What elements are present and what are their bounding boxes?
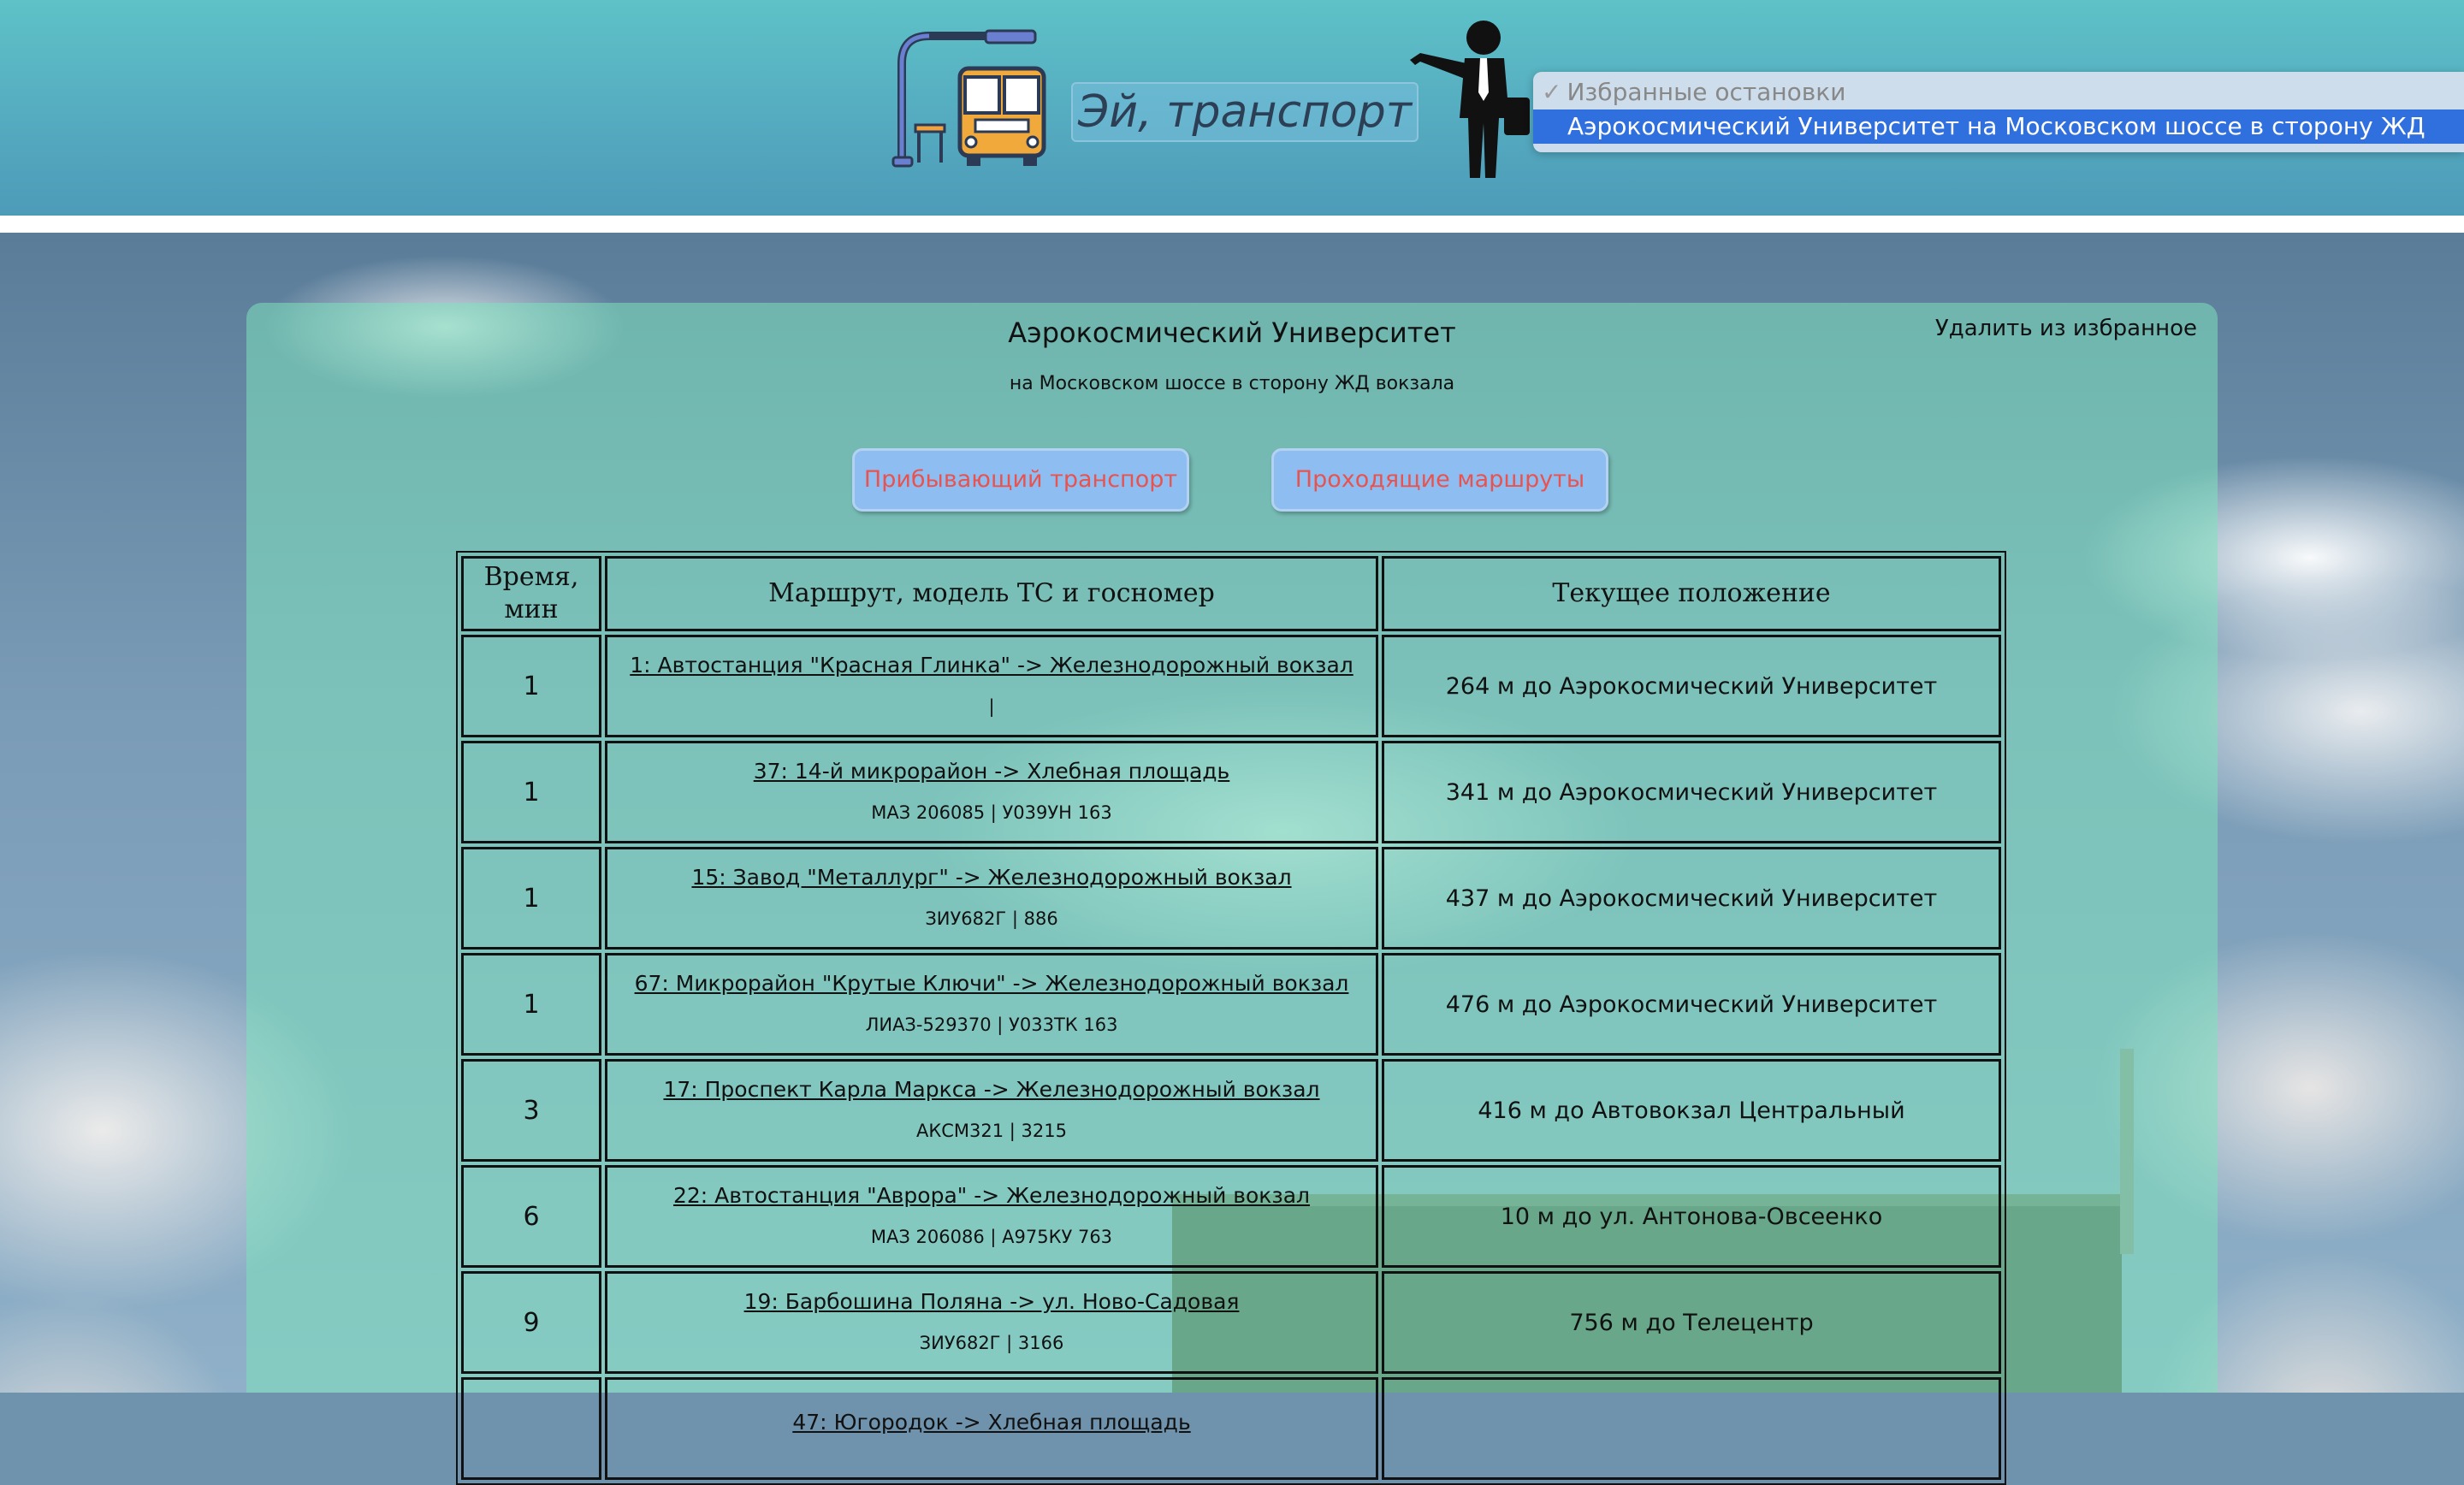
arrival-time: 3 (461, 1059, 601, 1162)
site-title[interactable]: Эй, транспорт (1071, 82, 1419, 142)
route-cell: 22: Автостанция "Аврора" -> Железнодорож… (605, 1165, 1378, 1268)
vehicle-info: МАЗ 206086 | А975КУ 763 (870, 1227, 1113, 1247)
route-cell: 67: Микрорайон "Крутые Ключи" -> Железно… (605, 953, 1378, 1056)
vehicle-info: ЗИУ682Г | 3166 (919, 1333, 1064, 1353)
vehicle-info: АКСМ321 | 3215 (915, 1121, 1067, 1141)
vehicle-info: МАЗ 206085 | У039УН 163 (871, 802, 1112, 823)
favorites-placeholder: ✓ Избранные остановки (1542, 78, 1846, 106)
table-row: 1 37: 14-й микрорайон -> Хлебная площадь… (461, 741, 2001, 843)
route-cell: 19: Барбошина Поляна -> ул. Ново-Садовая… (605, 1271, 1378, 1374)
arrival-time: 1 (461, 953, 601, 1056)
arrival-time: 1 (461, 635, 601, 737)
route-link[interactable]: 17: Проспект Карла Маркса -> Железнодоро… (607, 1075, 1376, 1104)
passing-routes-button[interactable]: Проходящие маршруты (1271, 448, 1608, 512)
current-position: 437 м до Аэрокосмический Университет (1382, 847, 2001, 950)
route-link[interactable]: 67: Микрорайон "Крутые Ключи" -> Железно… (607, 969, 1376, 998)
vehicle-info: ЛИАЗ-529370 | У033ТК 163 (865, 1015, 1118, 1035)
arrival-time: 9 (461, 1271, 601, 1374)
checkmark-icon: ✓ (1542, 78, 1562, 106)
current-position: 476 м до Аэрокосмический Университет (1382, 953, 2001, 1056)
table-row: 47: Югородок -> Хлебная площадь (461, 1377, 2001, 1480)
column-header-time: Время, мин (461, 556, 601, 631)
table-row: 9 19: Барбошина Поляна -> ул. Ново-Садов… (461, 1271, 2001, 1374)
favorites-dropdown[interactable]: ✓ Избранные остановки Аэрокосмический Уни… (1533, 72, 2464, 152)
current-position: 10 м до ул. Антонова-Овсеенко (1382, 1165, 2001, 1268)
current-position: 416 м до Автовокзал Центральный (1382, 1059, 2001, 1162)
route-link[interactable]: 1: Автостанция "Красная Глинка" -> Желез… (607, 651, 1376, 680)
route-link[interactable]: 37: 14-й микрорайон -> Хлебная площадь (607, 757, 1376, 786)
arrival-time (461, 1377, 601, 1480)
bus-stop-icon[interactable] (890, 29, 1052, 169)
vehicle-info: ЗИУ682Г | 886 (925, 908, 1058, 929)
arrival-time: 1 (461, 741, 601, 843)
table-row: 6 22: Автостанция "Аврора" -> Железнодор… (461, 1165, 2001, 1268)
arrivals-table-wrapper: Время, мин Маршрут, модель ТС и госномер… (456, 551, 2006, 1485)
arrival-time: 1 (461, 847, 601, 950)
route-cell: 37: 14-й микрорайон -> Хлебная площадь М… (605, 741, 1378, 843)
stop-panel: Аэрокосмический Университет на Московско… (246, 303, 2218, 1485)
route-link[interactable]: 15: Завод "Металлург" -> Железнодорожный… (607, 863, 1376, 892)
route-link[interactable]: 22: Автостанция "Аврора" -> Железнодорож… (607, 1181, 1376, 1210)
current-position: 756 м до Телецентр (1382, 1271, 2001, 1374)
route-cell: 17: Проспект Карла Маркса -> Железнодоро… (605, 1059, 1378, 1162)
businessman-icon (1410, 21, 1530, 178)
route-cell: 1: Автостанция "Красная Глинка" -> Желез… (605, 635, 1378, 737)
route-link[interactable]: 47: Югородок -> Хлебная площадь (607, 1408, 1376, 1437)
stop-name: Аэрокосмический Университет (1008, 317, 1456, 349)
arrivals-table: Время, мин Маршрут, модель ТС и госномер… (456, 551, 2006, 1485)
route-link[interactable]: 19: Барбошина Поляна -> ул. Ново-Садовая (607, 1287, 1376, 1316)
current-position: 341 м до Аэрокосмический Университет (1382, 741, 2001, 843)
table-header-row: Время, мин Маршрут, модель ТС и госномер… (461, 556, 2001, 631)
current-position (1382, 1377, 2001, 1480)
table-row: 3 17: Проспект Карла Маркса -> Железнодо… (461, 1059, 2001, 1162)
arrival-time: 6 (461, 1165, 601, 1268)
table-row: 1 67: Микрорайон "Крутые Ключи" -> Желез… (461, 953, 2001, 1056)
vehicle-info: | (988, 696, 995, 717)
table-row: 1 1: Автостанция "Красная Глинка" -> Жел… (461, 635, 2001, 737)
column-header-position: Текущее положение (1382, 556, 2001, 631)
column-header-route: Маршрут, модель ТС и госномер (605, 556, 1378, 631)
stop-description: на Московском шоссе в сторону ЖД вокзала (1009, 373, 1455, 394)
header-divider (0, 216, 2464, 233)
route-cell: 15: Завод "Металлург" -> Железнодорожный… (605, 847, 1378, 950)
current-position: 264 м до Аэрокосмический Университет (1382, 635, 2001, 737)
route-cell: 47: Югородок -> Хлебная площадь (605, 1377, 1378, 1480)
remove-favorite-link[interactable]: Удалить из избранное (1935, 311, 2197, 346)
favorites-option[interactable]: Аэрокосмический Университет на Московско… (1533, 109, 2464, 152)
arriving-transport-button[interactable]: Прибывающий транспорт (852, 448, 1189, 512)
site-header: Эй, транспорт ✓ Избранные остановки Аэрок… (0, 0, 2464, 216)
table-row: 1 15: Завод "Металлург" -> Железнодорожн… (461, 847, 2001, 950)
